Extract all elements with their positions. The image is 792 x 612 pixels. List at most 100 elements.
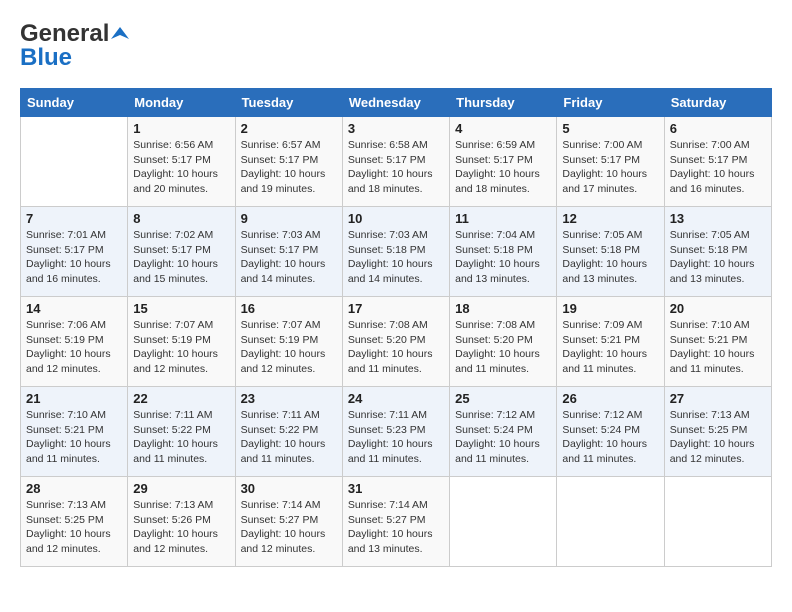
calendar-cell: 24 Sunrise: 7:11 AM Sunset: 5:23 PM Dayli… — [342, 387, 449, 477]
day-number: 2 — [241, 121, 337, 136]
calendar-cell: 4 Sunrise: 6:59 AM Sunset: 5:17 PM Daylig… — [450, 117, 557, 207]
cell-info: Sunrise: 7:10 AM Sunset: 5:21 PM Dayligh… — [670, 318, 766, 377]
day-number: 6 — [670, 121, 766, 136]
cell-info: Sunrise: 7:06 AM Sunset: 5:19 PM Dayligh… — [26, 318, 122, 377]
day-number: 22 — [133, 391, 229, 406]
cell-info: Sunrise: 7:11 AM Sunset: 5:22 PM Dayligh… — [241, 408, 337, 467]
calendar-cell: 6 Sunrise: 7:00 AM Sunset: 5:17 PM Daylig… — [664, 117, 771, 207]
calendar-cell: 3Sunrise: 6:58 AM Sunset: 5:17 PM Daylig… — [342, 117, 449, 207]
cell-info: Sunrise: 7:12 AM Sunset: 5:24 PM Dayligh… — [562, 408, 658, 467]
calendar-cell: 7 Sunrise: 7:01 AM Sunset: 5:17 PM Daylig… — [21, 207, 128, 297]
day-number: 21 — [26, 391, 122, 406]
day-number: 24 — [348, 391, 444, 406]
cell-info: Sunrise: 7:08 AM Sunset: 5:20 PM Dayligh… — [348, 318, 444, 377]
day-number: 12 — [562, 211, 658, 226]
cell-info: Sunrise: 7:04 AM Sunset: 5:18 PM Dayligh… — [455, 228, 551, 287]
calendar-cell: 22 Sunrise: 7:11 AM Sunset: 5:22 PM Dayli… — [128, 387, 235, 477]
cell-info: Sunrise: 7:07 AM Sunset: 5:19 PM Dayligh… — [133, 318, 229, 377]
calendar-cell: 5Sunrise: 7:00 AM Sunset: 5:17 PM Daylig… — [557, 117, 664, 207]
logo: General Blue — [20, 20, 129, 72]
day-number: 15 — [133, 301, 229, 316]
day-number: 8 — [133, 211, 229, 226]
calendar-cell — [450, 477, 557, 567]
calendar-cell: 8 Sunrise: 7:02 AM Sunset: 5:17 PM Daylig… — [128, 207, 235, 297]
calendar-cell: 27 Sunrise: 7:13 AM Sunset: 5:25 PM Dayli… — [664, 387, 771, 477]
calendar-cell: 28 Sunrise: 7:13 AM Sunset: 5:25 PM Dayli… — [21, 477, 128, 567]
calendar-cell: 10 Sunrise: 7:03 AM Sunset: 5:18 PM Dayli… — [342, 207, 449, 297]
cell-info: Sunrise: 6:56 AM Sunset: 5:17 PM Dayligh… — [133, 138, 229, 197]
calendar-cell: 12 Sunrise: 7:05 AM Sunset: 5:18 PM Dayli… — [557, 207, 664, 297]
day-number: 5 — [562, 121, 658, 136]
calendar-cell: 30 Sunrise: 7:14 AM Sunset: 5:27 PM Dayli… — [235, 477, 342, 567]
weekday-header-row: SundayMondayTuesdayWednesdayThursdayFrid… — [21, 89, 772, 117]
calendar-week-3: 14 Sunrise: 7:06 AM Sunset: 5:19 PM Dayli… — [21, 297, 772, 387]
cell-info: Sunrise: 7:03 AM Sunset: 5:17 PM Dayligh… — [241, 228, 337, 287]
day-number: 25 — [455, 391, 551, 406]
day-number: 27 — [670, 391, 766, 406]
calendar-cell: 17 Sunrise: 7:08 AM Sunset: 5:20 PM Dayli… — [342, 297, 449, 387]
calendar-cell — [664, 477, 771, 567]
cell-info: Sunrise: 7:10 AM Sunset: 5:21 PM Dayligh… — [26, 408, 122, 467]
cell-info: Sunrise: 7:00 AM Sunset: 5:17 PM Dayligh… — [670, 138, 766, 197]
weekday-monday: Monday — [128, 89, 235, 117]
cell-info: Sunrise: 7:05 AM Sunset: 5:18 PM Dayligh… — [562, 228, 658, 287]
day-number: 18 — [455, 301, 551, 316]
day-number: 19 — [562, 301, 658, 316]
logo-blue: Blue — [20, 44, 72, 72]
cell-info: Sunrise: 7:03 AM Sunset: 5:18 PM Dayligh… — [348, 228, 444, 287]
calendar-cell — [557, 477, 664, 567]
day-number: 29 — [133, 481, 229, 496]
weekday-saturday: Saturday — [664, 89, 771, 117]
day-number: 11 — [455, 211, 551, 226]
day-number: 16 — [241, 301, 337, 316]
calendar-week-5: 28 Sunrise: 7:13 AM Sunset: 5:25 PM Dayli… — [21, 477, 772, 567]
cell-info: Sunrise: 7:11 AM Sunset: 5:23 PM Dayligh… — [348, 408, 444, 467]
cell-info: Sunrise: 7:02 AM Sunset: 5:17 PM Dayligh… — [133, 228, 229, 287]
day-number: 10 — [348, 211, 444, 226]
calendar-body: 1 Sunrise: 6:56 AM Sunset: 5:17 PM Daylig… — [21, 117, 772, 567]
calendar-cell: 21 Sunrise: 7:10 AM Sunset: 5:21 PM Dayli… — [21, 387, 128, 477]
day-number: 20 — [670, 301, 766, 316]
calendar-cell: 11 Sunrise: 7:04 AM Sunset: 5:18 PM Dayli… — [450, 207, 557, 297]
calendar-cell: 13Sunrise: 7:05 AM Sunset: 5:18 PM Dayli… — [664, 207, 771, 297]
page-header: General Blue — [20, 20, 772, 72]
calendar-table: SundayMondayTuesdayWednesdayThursdayFrid… — [20, 88, 772, 567]
day-number: 17 — [348, 301, 444, 316]
cell-info: Sunrise: 7:09 AM Sunset: 5:21 PM Dayligh… — [562, 318, 658, 377]
cell-info: Sunrise: 6:59 AM Sunset: 5:17 PM Dayligh… — [455, 138, 551, 197]
day-number: 30 — [241, 481, 337, 496]
day-number: 1 — [133, 121, 229, 136]
calendar-cell — [21, 117, 128, 207]
calendar-cell: 14 Sunrise: 7:06 AM Sunset: 5:19 PM Dayli… — [21, 297, 128, 387]
calendar-cell: 15 Sunrise: 7:07 AM Sunset: 5:19 PM Dayli… — [128, 297, 235, 387]
calendar-cell: 1 Sunrise: 6:56 AM Sunset: 5:17 PM Daylig… — [128, 117, 235, 207]
calendar-week-1: 1 Sunrise: 6:56 AM Sunset: 5:17 PM Daylig… — [21, 117, 772, 207]
day-number: 28 — [26, 481, 122, 496]
cell-info: Sunrise: 7:01 AM Sunset: 5:17 PM Dayligh… — [26, 228, 122, 287]
day-number: 7 — [26, 211, 122, 226]
calendar-cell: 2Sunrise: 6:57 AM Sunset: 5:17 PM Daylig… — [235, 117, 342, 207]
weekday-wednesday: Wednesday — [342, 89, 449, 117]
calendar-cell: 29 Sunrise: 7:13 AM Sunset: 5:26 PM Dayli… — [128, 477, 235, 567]
day-number: 26 — [562, 391, 658, 406]
day-number: 14 — [26, 301, 122, 316]
cell-info: Sunrise: 7:13 AM Sunset: 5:26 PM Dayligh… — [133, 498, 229, 557]
day-number: 23 — [241, 391, 337, 406]
day-number: 4 — [455, 121, 551, 136]
cell-info: Sunrise: 7:13 AM Sunset: 5:25 PM Dayligh… — [670, 408, 766, 467]
calendar-cell: 19 Sunrise: 7:09 AM Sunset: 5:21 PM Dayli… — [557, 297, 664, 387]
calendar-week-2: 7 Sunrise: 7:01 AM Sunset: 5:17 PM Daylig… — [21, 207, 772, 297]
cell-info: Sunrise: 7:13 AM Sunset: 5:25 PM Dayligh… — [26, 498, 122, 557]
calendar-cell: 31Sunrise: 7:14 AM Sunset: 5:27 PM Dayli… — [342, 477, 449, 567]
logo-bird-icon — [111, 25, 129, 43]
calendar-cell: 23 Sunrise: 7:11 AM Sunset: 5:22 PM Dayli… — [235, 387, 342, 477]
calendar-week-4: 21 Sunrise: 7:10 AM Sunset: 5:21 PM Dayli… — [21, 387, 772, 477]
cell-info: Sunrise: 7:11 AM Sunset: 5:22 PM Dayligh… — [133, 408, 229, 467]
day-number: 9 — [241, 211, 337, 226]
calendar-cell: 18Sunrise: 7:08 AM Sunset: 5:20 PM Dayli… — [450, 297, 557, 387]
day-number: 3 — [348, 121, 444, 136]
cell-info: Sunrise: 7:14 AM Sunset: 5:27 PM Dayligh… — [348, 498, 444, 557]
cell-info: Sunrise: 7:14 AM Sunset: 5:27 PM Dayligh… — [241, 498, 337, 557]
weekday-friday: Friday — [557, 89, 664, 117]
cell-info: Sunrise: 7:12 AM Sunset: 5:24 PM Dayligh… — [455, 408, 551, 467]
